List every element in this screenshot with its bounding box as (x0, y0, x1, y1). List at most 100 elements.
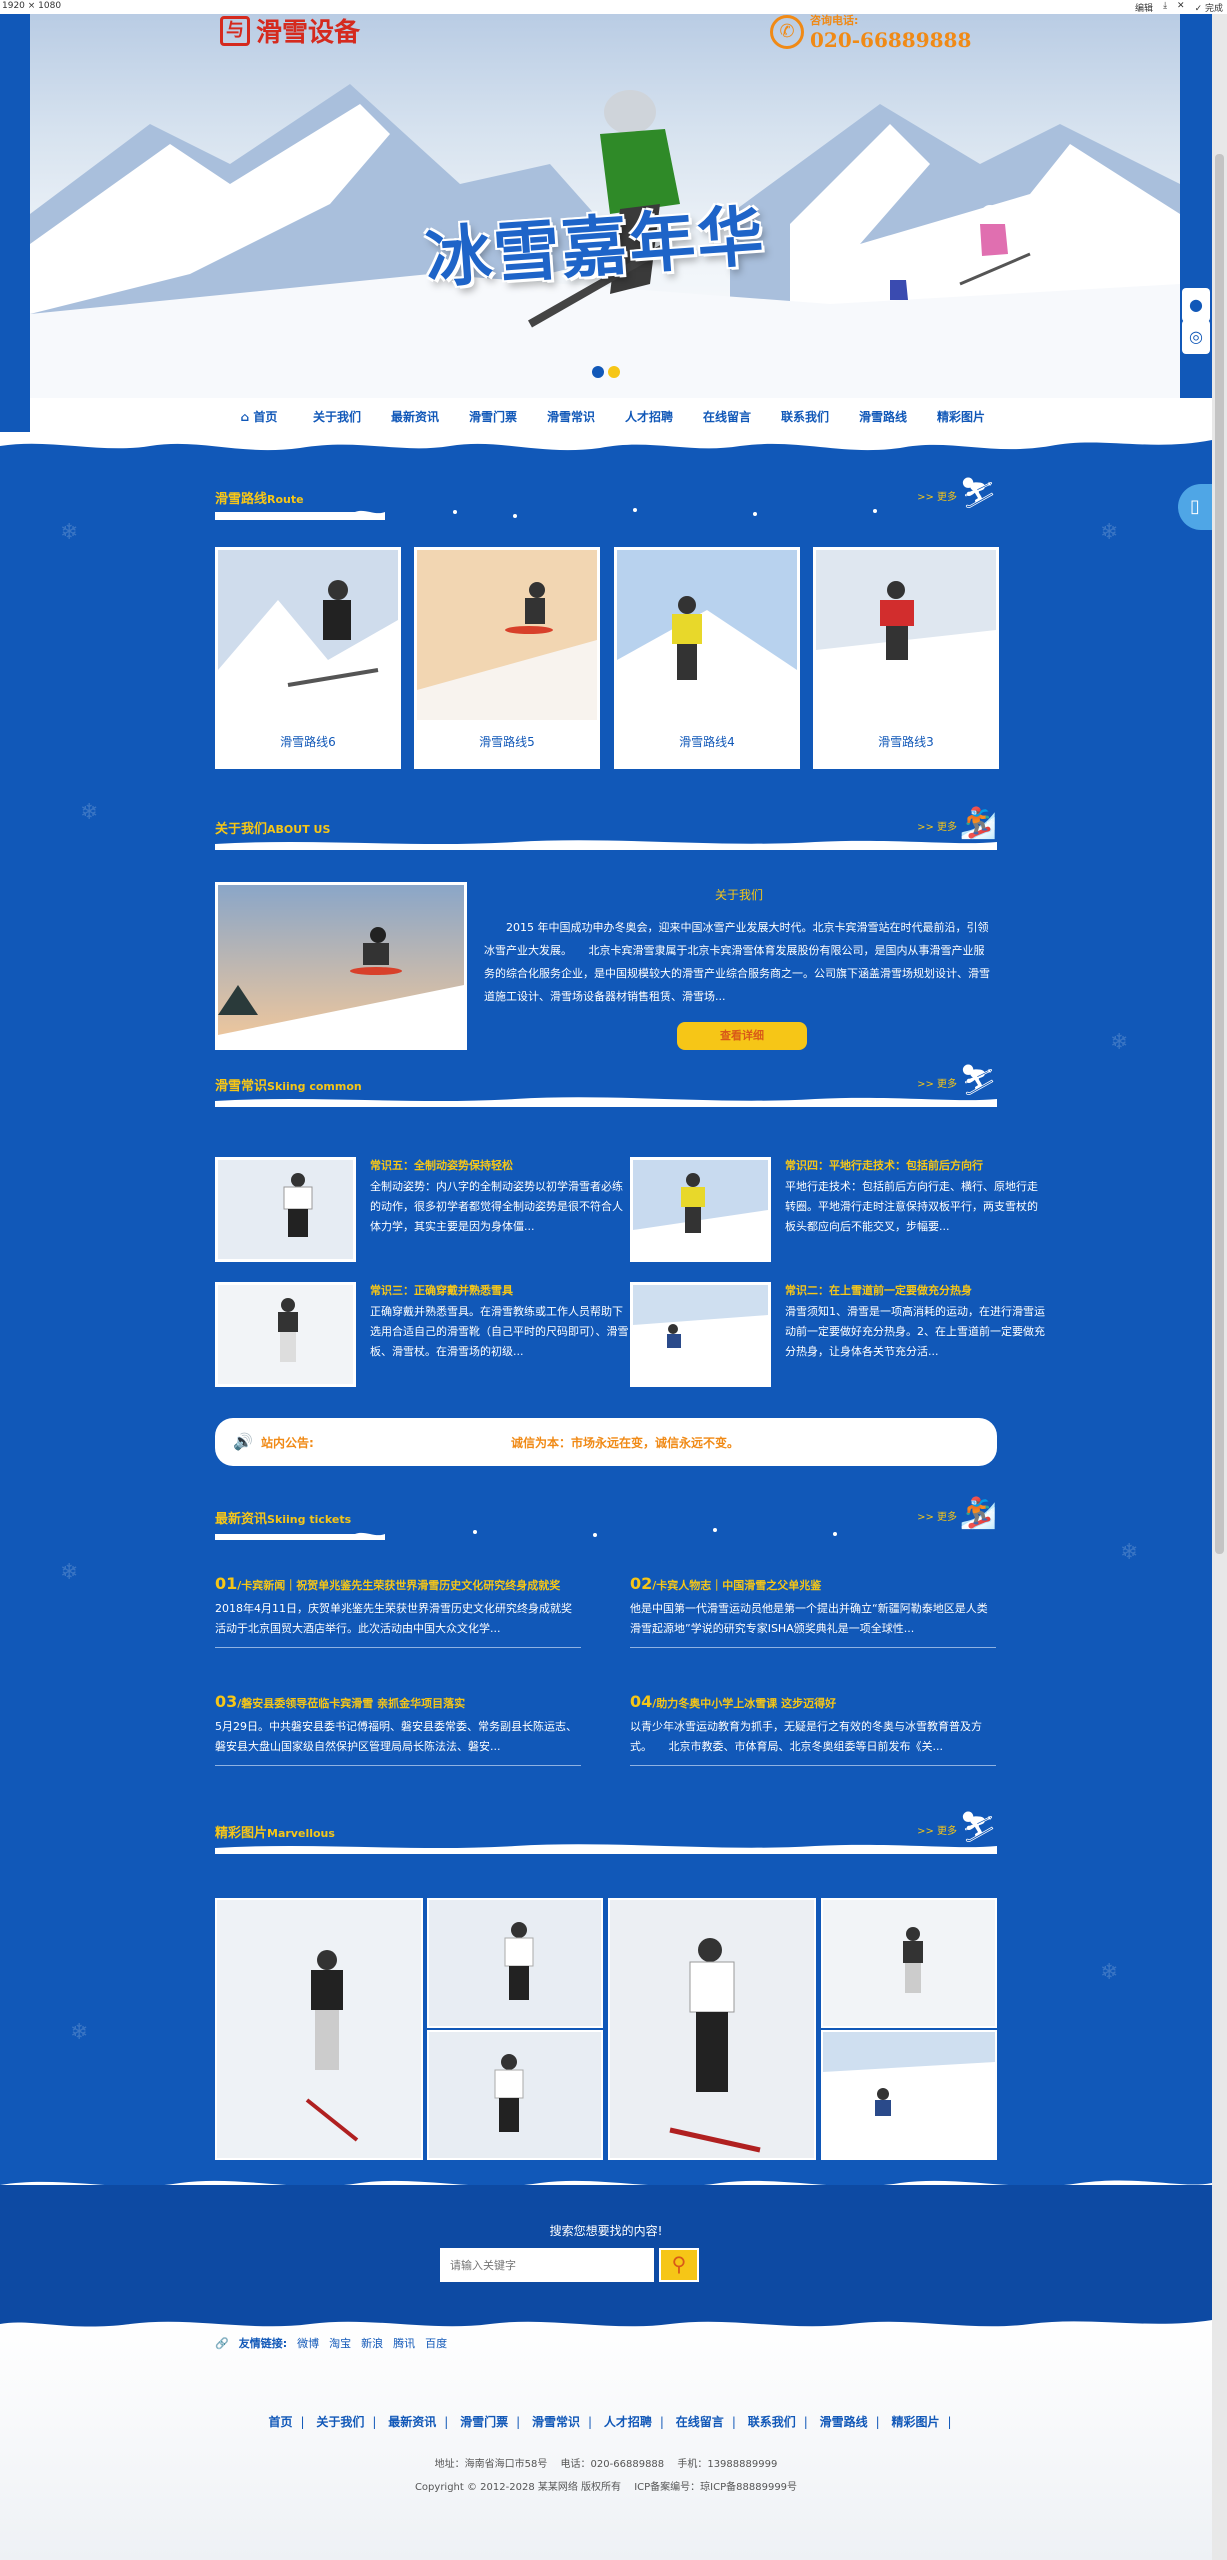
news-item[interactable]: 02/卡宾人物志｜中国滑雪之父单兆鉴 他是中国第一代滑雪运动员他是第一个提出并确… (630, 1574, 996, 1674)
common-desc: 滑雪须知1、滑雪是一项高消耗的运动，在进行滑雪运动前一定要做好充分热身。2、在上… (785, 1305, 1045, 1358)
route-photo (617, 550, 797, 720)
image-dimensions: 1920 × 1080 (2, 1, 62, 11)
news-title: 02/卡宾人物志｜中国滑雪之父单兆鉴 (630, 1574, 822, 1593)
footer-nav-link[interactable]: 首页 (268, 2415, 292, 2429)
snowflake-icon: ❄ (1100, 520, 1119, 545)
gallery-photo[interactable] (608, 1898, 816, 2160)
footer-nav-link[interactable]: 最新资讯 (388, 2415, 436, 2429)
site-logo[interactable]: 与 滑雪设备 (220, 12, 360, 49)
nav-message[interactable]: 在线留言 (688, 408, 766, 425)
news-desc: 5月29日。中共磐安县委书记傅福明、磐安县委常委、常务副县长陈运志、磐安县大盘山… (215, 1720, 577, 1753)
route-card[interactable]: 滑雪路线6 (215, 547, 401, 769)
route-label: 滑雪路线3 (878, 735, 934, 749)
snow-band (215, 840, 997, 850)
notice-message[interactable]: 诚信为本：市场永远在变，诚信永远不变。 (511, 1434, 739, 1451)
about-detail-button[interactable]: 查看详细 (677, 1022, 807, 1050)
nav-routes[interactable]: 滑雪路线 (844, 408, 922, 425)
gallery-photo[interactable] (215, 1898, 423, 2160)
news-title: 01/卡宾新闻｜祝贺单兆鉴先生荣获世界滑雪历史文化研究终身成就奖 (215, 1574, 561, 1593)
wechat-icon[interactable]: ● (1182, 288, 1210, 322)
route-card[interactable]: 滑雪路线4 (614, 547, 800, 769)
snowflake-icon: ❄ (60, 520, 79, 545)
news-title: 03/磐安县委领导莅临卡宾滑雪 亲抓金华项目落实 (215, 1692, 466, 1711)
footer-nav-link[interactable]: 滑雪门票 (460, 2415, 508, 2429)
friend-link[interactable]: 微博 (297, 2335, 319, 2351)
footer-nav-link[interactable]: 滑雪常识 (532, 2415, 580, 2429)
news-item[interactable]: 04/助力冬奥中小学上冰雪课 这步迈得好 以青少年冰雪运动教育为抓手，无疑是行之… (630, 1692, 996, 1792)
news-more-link[interactable]: >> 更多 (917, 1508, 957, 1523)
nav-tickets[interactable]: 滑雪门票 (454, 408, 532, 425)
nav-home[interactable]: ⌂ 首页 (220, 408, 298, 425)
scrollbar-thumb[interactable] (1215, 154, 1224, 1554)
route-card[interactable]: 滑雪路线5 (414, 547, 600, 769)
slider-dot-1[interactable] (592, 366, 604, 378)
common-title: 常识三：正确穿戴并熟悉雪具 (370, 1284, 513, 1297)
common-item[interactable]: 常识三：正确穿戴并熟悉雪具 正确穿戴并熟悉雪具。在滑雪教练或工作人员帮助下选用合… (215, 1282, 630, 1392)
nav-about[interactable]: 关于我们 (298, 408, 376, 425)
gallery-photo[interactable] (821, 2030, 997, 2160)
slider-dot-2[interactable] (608, 366, 620, 378)
common-item[interactable]: 常识五：全制动姿势保持轻松 全制动姿势：内八字的全制动姿势以初学滑雪者必练的动作… (215, 1157, 630, 1267)
news-item[interactable]: 01/卡宾新闻｜祝贺单兆鉴先生荣获世界滑雪历史文化研究终身成就奖 2018年4月… (215, 1574, 581, 1674)
skier-silhouette-icon: ⛷ (958, 1063, 997, 1098)
download-icon[interactable]: ⤓ (1163, 1, 1167, 14)
gallery-more-link[interactable]: >> 更多 (917, 1822, 957, 1837)
footer-address: 地址：海南省海口市58号 电话：020-66889888 手机：13988889… (434, 2459, 778, 2470)
common-more-link[interactable]: >> 更多 (917, 1075, 957, 1090)
friend-link[interactable]: 新浪 (361, 2335, 383, 2351)
nav-gallery[interactable]: 精彩图片 (922, 408, 1000, 425)
left-margin-strip (0, 14, 30, 398)
main-nav: ⌂ 首页 关于我们 最新资讯 滑雪门票 滑雪常识 人才招聘 在线留言 联系我们 … (30, 398, 1212, 434)
common-section-header: 滑雪常识Skiing common >> 更多 ⛷ (215, 1063, 997, 1115)
footer-nav-link[interactable]: 精彩图片 (891, 2415, 939, 2429)
common-desc: 正确穿戴并熟悉雪具。在滑雪教练或工作人员帮助下选用合适自己的滑雪靴（自己平时的尺… (370, 1305, 629, 1358)
news-desc: 他是中国第一代滑雪运动员他是第一个提出并确立“新疆阿勒泰地区是人类滑雪起源地”学… (630, 1602, 988, 1635)
footer-copyright: Copyright © 2012-2028 某某网络 版权所有 ICP备案编号：… (414, 2482, 798, 2493)
friend-link[interactable]: 百度 (425, 2335, 447, 2351)
qq-icon[interactable]: ◎ (1182, 320, 1210, 354)
common-title: 常识二：在上雪道前一定要做充分热身 (785, 1284, 972, 1297)
route-more-link[interactable]: >> 更多 (917, 488, 957, 503)
page-scrollbar[interactable] (1212, 14, 1227, 2560)
done-button[interactable]: ✓ 完成 (1195, 1, 1223, 14)
edit-button[interactable]: 编辑 (1135, 1, 1153, 14)
search-button[interactable]: ⚲ (659, 2248, 699, 2282)
footer-nav-link[interactable]: 关于我们 (316, 2415, 364, 2429)
hotline-number: 020-66889888 (810, 28, 972, 52)
snow-band (215, 1844, 997, 1854)
section-title: 关于我们ABOUT US (215, 822, 331, 837)
common-item[interactable]: 常识四：平地行走技术：包括前后方向行 平地行走技术：包括前后方向行走、横行、原地… (630, 1157, 1045, 1267)
snowflake-icon: ❄ (70, 2020, 89, 2045)
notice-label: 站内公告: (261, 1436, 314, 1450)
image-viewer-toolbar: 1920 × 1080 编辑 ⤓ ✕ ✓ 完成 (0, 0, 1227, 14)
gallery-photo[interactable] (821, 1898, 997, 2028)
news-item[interactable]: 03/磐安县委领导莅临卡宾滑雪 亲抓金华项目落实 5月29日。中共磐安县委书记傅… (215, 1692, 581, 1792)
gallery-photo[interactable] (427, 2030, 603, 2160)
section-title: 精彩图片Marvellous (215, 1826, 335, 1841)
logo-mark-icon: 与 (220, 15, 250, 46)
footer-nav-link[interactable]: 在线留言 (676, 2415, 724, 2429)
friend-link[interactable]: 淘宝 (329, 2335, 351, 2351)
footer-nav-link[interactable]: 联系我们 (748, 2415, 796, 2429)
mobile-float-icon[interactable]: ▯ (1178, 484, 1212, 530)
friend-links-label: 友情链接: (238, 2337, 288, 2350)
nav-news[interactable]: 最新资讯 (376, 408, 454, 425)
common-item[interactable]: 常识二：在上雪道前一定要做充分热身 滑雪须知1、滑雪是一项高消耗的运动，在进行滑… (630, 1282, 1045, 1392)
footer-nav-link[interactable]: 滑雪路线 (820, 2415, 868, 2429)
section-title: 滑雪常识Skiing common (215, 1079, 362, 1094)
common-photo (215, 1157, 356, 1262)
snow-band (215, 1528, 837, 1540)
gallery-photo[interactable] (427, 1898, 603, 2028)
route-section-header: 滑雪路线Route >> 更多 ⛷ (215, 476, 997, 528)
about-more-link[interactable]: >> 更多 (917, 818, 957, 833)
friend-link[interactable]: 腾讯 (393, 2335, 415, 2351)
footer-nav-link[interactable]: 人才招聘 (604, 2415, 652, 2429)
route-card[interactable]: 滑雪路线3 (813, 547, 999, 769)
nav-contact[interactable]: 联系我们 (766, 408, 844, 425)
close-icon[interactable]: ✕ (1177, 1, 1185, 14)
snow-edge (0, 432, 1212, 451)
nav-jobs[interactable]: 人才招聘 (610, 408, 688, 425)
skier-silhouette-icon: ⛷ (958, 476, 997, 511)
search-input[interactable] (440, 2248, 654, 2282)
nav-common[interactable]: 滑雪常识 (532, 408, 610, 425)
